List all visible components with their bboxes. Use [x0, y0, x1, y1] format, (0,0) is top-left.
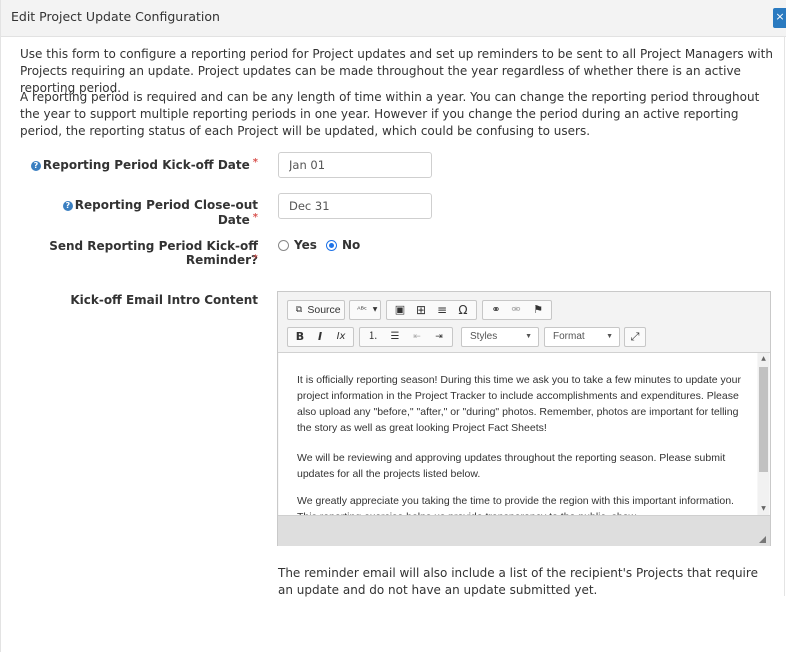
content-paragraph: We will be reviewing and approving updat…: [297, 452, 726, 480]
chevron-down-icon: ▼: [606, 333, 613, 340]
reminder-no-radio[interactable]: [326, 240, 337, 251]
editor-status-bar: [278, 515, 770, 546]
scroll-down-icon[interactable]: ▼: [759, 505, 768, 512]
special-char-icon[interactable]: Ω: [454, 302, 472, 318]
resize-handle-icon[interactable]: [759, 536, 766, 543]
reminder-no-label[interactable]: No: [342, 238, 360, 252]
scrollbar-thumb[interactable]: [759, 367, 768, 472]
numbered-list-icon[interactable]: ⒈: [364, 329, 382, 345]
remove-format-icon[interactable]: Ix: [332, 329, 350, 345]
basic-styles-group: B I Ix: [287, 327, 354, 347]
table-icon[interactable]: ⊞: [412, 302, 430, 318]
closeout-date-label: ? Reporting Period Close-out Date *: [21, 198, 258, 227]
spellcheck-button[interactable]: ᴬᴮᶜ ▼: [349, 300, 381, 320]
rich-text-editor[interactable]: ⧉ Source ᴬᴮᶜ ▼ ▣ ⊞ ≡ Ω ⚭ ⚮ ⚑ B I Ix ⒈ ☰ …: [277, 291, 771, 546]
chevron-down-icon: ▼: [525, 333, 532, 340]
modal-header: Edit Project Update Configuration ×: [1, 0, 786, 37]
modal-title: Edit Project Update Configuration: [11, 9, 220, 24]
required-mark: *: [252, 212, 258, 223]
required-mark: *: [253, 253, 258, 264]
link-group: ⚭ ⚮ ⚑: [482, 300, 552, 320]
spellcheck-icon: ᴬᴮᶜ: [357, 305, 367, 314]
content-paragraph: We greatly appreciate you taking the tim…: [297, 495, 734, 515]
footer-note: The reminder email will also include a l…: [278, 566, 758, 597]
bulleted-list-icon[interactable]: ☰: [386, 329, 404, 345]
source-button[interactable]: ⧉ Source: [287, 300, 345, 320]
unlink-icon[interactable]: ⚮: [507, 302, 525, 318]
email-content-label: Kick-off Email Intro Content: [70, 293, 258, 307]
anchor-flag-icon[interactable]: ⚑: [529, 302, 547, 318]
reminder-yes-label[interactable]: Yes: [294, 238, 317, 252]
chevron-down-icon: ▼: [372, 306, 378, 313]
list-group: ⒈ ☰ ⇤ ⇥: [359, 327, 453, 347]
editor-toolbar: ⧉ Source ᴬᴮᶜ ▼ ▣ ⊞ ≡ Ω ⚭ ⚮ ⚑ B I Ix ⒈ ☰ …: [278, 292, 770, 353]
reminder-yes-radio[interactable]: [278, 240, 289, 251]
content-paragraph: It is officially reporting season! Durin…: [297, 374, 741, 434]
editor-content-area[interactable]: It is officially reporting season! Durin…: [279, 353, 757, 515]
divider: [784, 36, 785, 596]
required-mark: *: [252, 157, 258, 168]
kickoff-date-input[interactable]: [278, 152, 432, 178]
help-icon[interactable]: ?: [30, 161, 41, 171]
outdent-icon[interactable]: ⇤: [408, 329, 426, 345]
reminder-label: Send Reporting Period Kick-off Reminder?: [49, 239, 258, 267]
kickoff-date-label: ? Reporting Period Kick-off Date *: [21, 157, 258, 172]
image-icon[interactable]: ▣: [391, 302, 409, 318]
italic-icon[interactable]: I: [312, 329, 328, 345]
horizontal-line-icon[interactable]: ≡: [433, 302, 451, 318]
bold-icon[interactable]: B: [292, 329, 308, 345]
maximize-button[interactable]: ⤢: [624, 327, 646, 347]
help-icon[interactable]: ?: [62, 201, 73, 211]
closeout-date-input[interactable]: [278, 193, 432, 219]
link-icon[interactable]: ⚭: [487, 302, 505, 318]
source-icon: ⧉: [295, 305, 303, 315]
styles-dropdown[interactable]: Styles ▼: [461, 327, 539, 347]
intro-paragraph-2: A reporting period is required and can b…: [20, 90, 760, 138]
edit-config-modal: Edit Project Update Configuration × Use …: [0, 0, 786, 652]
format-dropdown[interactable]: Format ▼: [544, 327, 620, 347]
close-icon[interactable]: ×: [773, 8, 786, 28]
maximize-icon: ⤢: [630, 330, 640, 343]
insert-group: ▣ ⊞ ≡ Ω: [386, 300, 477, 320]
scroll-up-icon[interactable]: ▲: [759, 355, 768, 362]
indent-icon[interactable]: ⇥: [430, 329, 448, 345]
